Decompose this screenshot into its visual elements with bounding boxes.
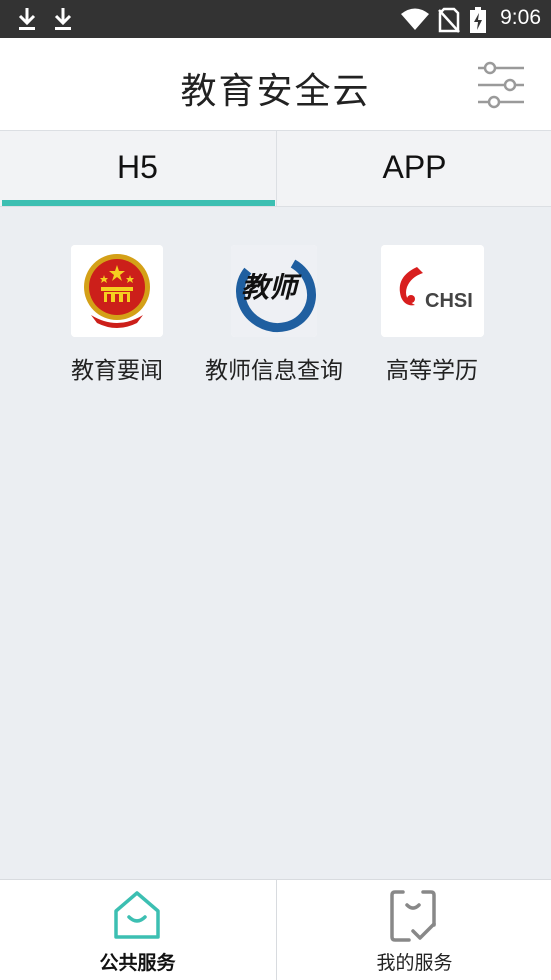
service-label: 教师信息查询 [205,358,343,384]
no-sim-icon [438,7,460,33]
bottom-nav: 公共服务 我的服务 [0,879,551,980]
nav-label: 公共服务 [99,952,176,974]
nav-public-services[interactable]: 公共服务 [0,880,275,980]
battery-charging-icon [470,7,486,33]
chsi-logo-icon: CHSI [380,245,484,337]
national-emblem-icon [71,245,163,337]
status-time: 9:06 [500,6,541,29]
tab-h5[interactable]: H5 [0,131,275,206]
status-bar: 9:06 [0,0,551,38]
download-icon [18,8,36,30]
tab-bar: H5 APP [0,131,551,207]
teacher-calligraphy-icon: 教师 [231,245,317,337]
service-label: 教育要闻 [71,358,163,384]
filter-button[interactable] [474,60,528,110]
service-label: 高等学历 [386,358,478,384]
chsi-icon-text: CHSI [425,290,473,312]
service-teacher-info[interactable]: 教师 教师信息查询 [189,245,359,385]
service-higher-education[interactable]: CHSI 高等学历 [347,245,517,385]
page-title: 教育安全云 [180,71,371,112]
nav-my-services[interactable]: 我的服务 [276,880,551,980]
tab-app[interactable]: APP [276,131,551,206]
active-tab-indicator [2,200,275,206]
wifi-icon [401,8,429,30]
sliders-icon [478,61,524,109]
download-icon [54,8,72,30]
app-header: 教育安全云 [0,38,551,131]
nav-label: 我的服务 [376,952,453,974]
service-education-news[interactable]: 教育要闻 [32,245,202,385]
teacher-icon-text: 教师 [241,271,302,304]
checklist-icon [390,890,436,942]
service-grid: 教育要闻 教师 教师信息查询 CHSI 高等学历 [0,207,551,879]
home-icon [114,891,160,939]
